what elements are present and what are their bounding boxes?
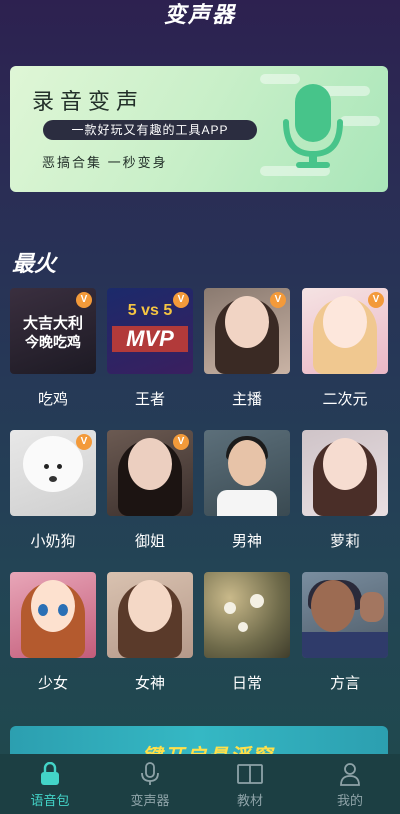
voice-pack-item[interactable]: V 主播 bbox=[204, 288, 290, 409]
tab-profile[interactable]: 我的 bbox=[300, 754, 400, 814]
voice-pack-thumbnail: 大吉大利 今晚吃鸡 V bbox=[10, 288, 96, 374]
voice-pack-thumbnail bbox=[302, 430, 388, 516]
vip-badge-icon: V bbox=[76, 292, 92, 308]
microphone-icon bbox=[283, 84, 343, 168]
voice-pack-item[interactable]: 方言 bbox=[302, 572, 388, 693]
voice-pack-label: 御姐 bbox=[134, 533, 165, 550]
voice-pack-thumbnail: 5 vs 5 MVP V bbox=[107, 288, 193, 374]
tab-tutorial[interactable]: 教材 bbox=[200, 754, 300, 814]
voice-pack-label: 王者 bbox=[134, 391, 165, 408]
voice-pack-item[interactable]: 日常 bbox=[204, 572, 290, 693]
voice-pack-label: 男神 bbox=[231, 533, 262, 550]
book-icon bbox=[237, 764, 263, 784]
tab-label: 语音包 bbox=[30, 793, 70, 808]
lock-bag-icon bbox=[41, 762, 59, 785]
tab-label: 我的 bbox=[336, 793, 363, 808]
thumb-caption: 今晚吃鸡 bbox=[25, 334, 81, 350]
voice-pack-thumbnail bbox=[204, 430, 290, 516]
voice-pack-label: 主播 bbox=[231, 391, 262, 408]
banner-tagline: 一款好玩又有趣的工具APP bbox=[43, 120, 257, 140]
promo-banner-voice-recording[interactable]: 录音变声 一款好玩又有趣的工具APP 恶搞合集 一秒变身 bbox=[10, 66, 388, 192]
voice-pack-thumbnail: V bbox=[204, 288, 290, 374]
voice-pack-item[interactable]: V 二次元 bbox=[302, 288, 388, 409]
tab-label: 变声器 bbox=[130, 793, 170, 808]
voice-pack-item[interactable]: 萝莉 bbox=[302, 430, 388, 551]
voice-pack-item[interactable]: 男神 bbox=[204, 430, 290, 551]
voice-pack-thumbnail: V bbox=[10, 430, 96, 516]
vip-badge-icon: V bbox=[368, 292, 384, 308]
voice-pack-label: 二次元 bbox=[322, 391, 368, 408]
vip-badge-icon: V bbox=[270, 292, 286, 308]
voice-pack-thumbnail: V bbox=[107, 430, 193, 516]
voice-pack-item[interactable]: 5 vs 5 MVP V 王者 bbox=[107, 288, 193, 409]
voice-pack-thumbnail: V bbox=[302, 288, 388, 374]
section-title-hottest: 最火 bbox=[12, 251, 57, 276]
tab-voice-pack[interactable]: 语音包 bbox=[0, 754, 100, 814]
voice-pack-item[interactable]: 大吉大利 今晚吃鸡 V 吃鸡 bbox=[10, 288, 96, 409]
person-icon bbox=[340, 763, 360, 786]
voice-pack-item[interactable]: V 小奶狗 bbox=[10, 430, 96, 551]
banner-subtitle: 恶搞合集 一秒变身 bbox=[42, 155, 168, 170]
voice-pack-item[interactable]: 女神 bbox=[107, 572, 193, 693]
voice-pack-item[interactable]: V 御姐 bbox=[107, 430, 193, 551]
voice-pack-label: 萝莉 bbox=[329, 533, 360, 550]
vip-badge-icon: V bbox=[173, 434, 189, 450]
vip-badge-icon: V bbox=[76, 434, 92, 450]
banner-title: 录音变声 bbox=[32, 90, 145, 115]
thumb-caption: MVP bbox=[112, 326, 188, 352]
microphone-icon bbox=[141, 762, 159, 785]
thumb-caption: 大吉大利 bbox=[22, 315, 83, 332]
voice-pack-label: 日常 bbox=[231, 675, 262, 692]
voice-pack-label: 吃鸡 bbox=[37, 391, 68, 408]
voice-pack-item[interactable]: 少女 bbox=[10, 572, 96, 693]
voice-pack-thumbnail bbox=[107, 572, 193, 658]
voice-pack-thumbnail bbox=[204, 572, 290, 658]
voice-pack-thumbnail bbox=[302, 572, 388, 658]
bottom-tab-bar: 语音包 变声器 教材 我的 bbox=[0, 754, 400, 814]
voice-pack-label: 女神 bbox=[134, 675, 165, 692]
voice-pack-label: 方言 bbox=[329, 675, 360, 692]
voice-pack-label: 小奶狗 bbox=[30, 533, 76, 550]
app-title: 变声器 bbox=[163, 2, 236, 27]
voice-pack-thumbnail bbox=[10, 572, 96, 658]
voice-pack-label: 少女 bbox=[37, 675, 68, 692]
tab-voice-changer[interactable]: 变声器 bbox=[100, 754, 200, 814]
tab-label: 教材 bbox=[236, 793, 263, 808]
vip-badge-icon: V bbox=[173, 292, 189, 308]
